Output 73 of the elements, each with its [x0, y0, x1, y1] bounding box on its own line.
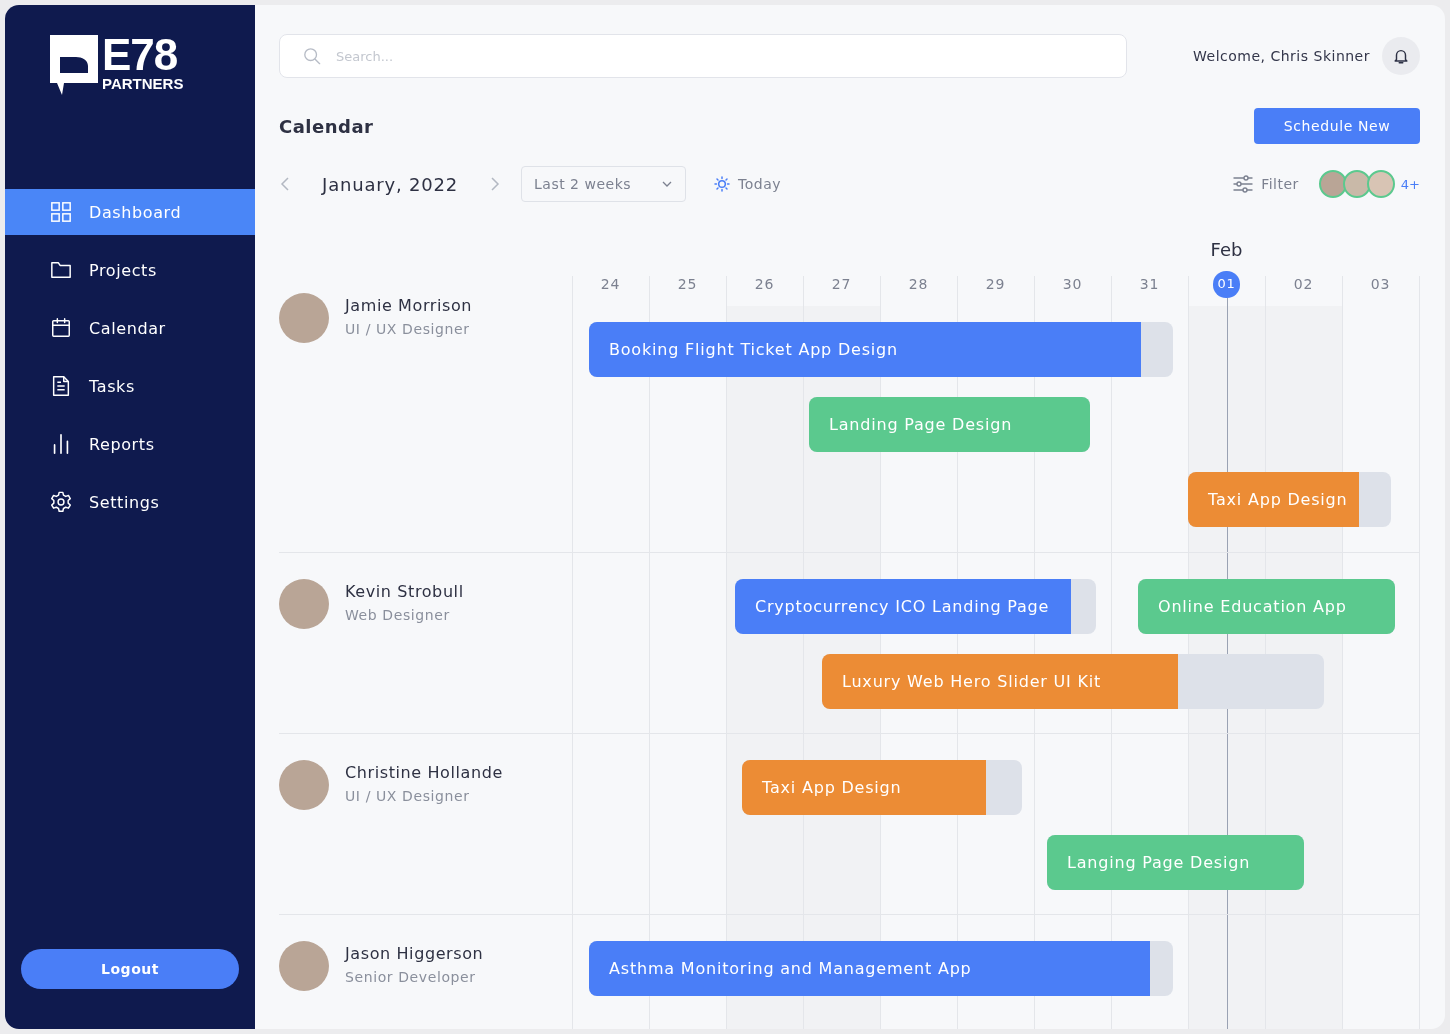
- member-avatar: [1318, 170, 1347, 198]
- day-label: 27: [830, 275, 853, 294]
- avatar: [279, 760, 329, 810]
- task-title: Langing Page Design: [1066, 853, 1251, 872]
- task-bar[interactable]: Booking Flight Ticket App Design: [589, 322, 1173, 377]
- nav-item[interactable]: Reports: [5, 421, 255, 467]
- task-title: Online Education App: [1157, 597, 1347, 616]
- logo-icon: [50, 35, 98, 97]
- task-bar[interactable]: Landing Page Design: [809, 397, 1090, 452]
- logout-button[interactable]: Logout: [21, 949, 239, 989]
- task-bar[interactable]: Cryptocurrency ICO Landing Page: [735, 579, 1096, 634]
- avatar: [279, 579, 329, 629]
- day-label: 29: [984, 275, 1007, 294]
- task-title: Asthma Monitoring and Management App: [608, 959, 972, 978]
- task-title: Taxi App Design: [761, 778, 902, 797]
- person-name: Jason Higgerson: [345, 944, 484, 963]
- grid-icon: [50, 201, 72, 223]
- filter-button[interactable]: Filter: [1233, 175, 1299, 193]
- nav-item[interactable]: Dashboard: [5, 189, 255, 235]
- person-role: UI / UX Designer: [345, 321, 471, 337]
- nav-item[interactable]: Settings: [5, 479, 255, 525]
- calendar-icon: [50, 317, 72, 339]
- today-button[interactable]: Today: [714, 176, 781, 192]
- bell-icon: [1392, 47, 1410, 65]
- month-label: January, 2022: [320, 173, 459, 195]
- day-label: 01: [1213, 271, 1240, 298]
- nav-item[interactable]: Projects: [5, 247, 255, 293]
- person-name: Kevin Strobull: [345, 582, 464, 601]
- day-label: 24: [599, 275, 622, 294]
- nav-item[interactable]: Tasks: [5, 363, 255, 409]
- person-name: Christine Hollande: [345, 763, 503, 782]
- task-bar[interactable]: Taxi App Design: [742, 760, 1022, 815]
- logo-text: E78: [102, 35, 179, 75]
- task-title: Booking Flight Ticket App Design: [608, 340, 898, 359]
- person-name: Jamie Morrison: [345, 296, 473, 315]
- day-label: 30: [1061, 275, 1084, 294]
- nav-item[interactable]: Calendar: [5, 305, 255, 351]
- task-title: Luxury Web Hero Slider UI Kit: [841, 672, 1102, 691]
- logo-tagline: PARTNERS: [102, 75, 184, 93]
- task-bar[interactable]: Taxi App Design: [1188, 472, 1391, 527]
- avatar: [279, 941, 329, 991]
- folder-icon: [50, 259, 72, 281]
- month-marker: Feb: [1209, 239, 1244, 260]
- task-bar[interactable]: Luxury Web Hero Slider UI Kit: [822, 654, 1324, 709]
- day-label: 31: [1138, 275, 1161, 294]
- more-members-count: 4+: [1400, 176, 1420, 192]
- settings-icon: [50, 491, 72, 513]
- sliders-icon: [1233, 175, 1254, 193]
- search-field[interactable]: Search...: [279, 34, 1127, 78]
- page-title: Calendar: [279, 115, 374, 137]
- notification-button[interactable]: [1382, 37, 1420, 75]
- day-label: 03: [1369, 275, 1392, 294]
- welcome-text: Welcome, Chris Skinner: [1193, 48, 1370, 64]
- member-avatar: [1342, 170, 1371, 198]
- person-role: Web Designer: [345, 607, 451, 623]
- day-label: 25: [676, 275, 699, 294]
- person-role: UI / UX Designer: [345, 788, 471, 804]
- range-dropdown[interactable]: Last 2 weeks: [521, 166, 686, 202]
- schedule-new-button[interactable]: Schedule New: [1254, 108, 1420, 144]
- task-title: Landing Page Design: [828, 415, 1013, 434]
- document-icon: [50, 375, 72, 397]
- day-label: 28: [907, 275, 930, 294]
- task-bar[interactable]: Online Education App: [1138, 579, 1395, 634]
- task-bar[interactable]: Asthma Monitoring and Management App: [589, 941, 1173, 996]
- task-bar[interactable]: Langing Page Design: [1047, 835, 1304, 890]
- day-label: 02: [1292, 275, 1315, 294]
- day-label: 26: [753, 275, 776, 294]
- sun-icon: [714, 176, 730, 192]
- member-avatar: [1366, 170, 1395, 198]
- avatar: [279, 293, 329, 343]
- task-title: Taxi App Design: [1207, 490, 1348, 509]
- person-role: Senior Developer: [345, 969, 477, 985]
- task-title: Cryptocurrency ICO Landing Page: [754, 597, 1050, 616]
